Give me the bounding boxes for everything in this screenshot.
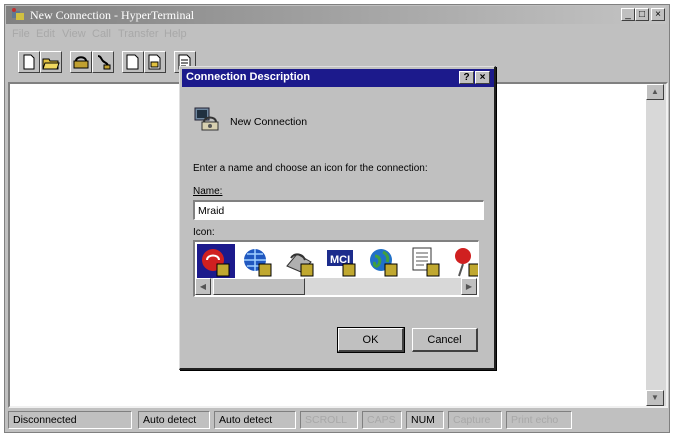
status-connection: Disconnected — [8, 411, 132, 429]
status-num: NUM — [406, 411, 444, 429]
menu-help[interactable]: Help — [164, 28, 187, 40]
mci-icon: MCI — [327, 250, 356, 277]
scroll-right-arrow-icon[interactable]: ▶ — [461, 278, 477, 295]
icon-option-6[interactable] — [407, 244, 445, 280]
hyperterminal-icon — [12, 8, 24, 20]
connect-button[interactable] — [70, 51, 92, 73]
scroll-up-arrow-icon[interactable]: ▲ — [646, 84, 664, 100]
instruction-text: Enter a name and choose an icon for the … — [193, 163, 428, 174]
icon-option-7[interactable] — [449, 244, 478, 280]
icon-option-3[interactable] — [281, 244, 319, 280]
new-icon — [23, 54, 35, 70]
send-button[interactable] — [122, 51, 144, 73]
disconnect-button[interactable] — [92, 51, 114, 73]
status-capture: Capture — [448, 411, 502, 429]
icon-horizontal-scrollbar[interactable]: ◀ ▶ — [195, 278, 477, 295]
help-button[interactable]: ? — [459, 71, 474, 84]
status-caps: CAPS — [362, 411, 402, 429]
menu-transfer[interactable]: Transfer — [118, 28, 159, 40]
connection-header-label: New Connection — [230, 116, 308, 128]
status-detect-1: Auto detect — [138, 411, 210, 429]
world-icon — [370, 249, 398, 277]
send-icon — [126, 54, 139, 70]
document-icon — [412, 247, 440, 277]
minimize-button[interactable]: _ — [621, 8, 635, 21]
icon-option-4[interactable]: MCI — [323, 244, 361, 280]
dialog-close-button[interactable]: × — [475, 71, 490, 84]
disconnect-icon — [97, 55, 111, 70]
menu-view[interactable]: View — [62, 28, 86, 40]
dialog-title: Connection Description — [186, 71, 311, 83]
red-phone-icon — [202, 249, 230, 277]
menu-call[interactable]: Call — [92, 28, 111, 40]
receive-icon — [148, 54, 161, 70]
name-label: Name: — [193, 186, 223, 197]
vertical-scrollbar[interactable]: ▲ ▼ — [646, 84, 666, 406]
icon-option-1[interactable] — [197, 244, 235, 280]
close-button[interactable]: × — [651, 8, 665, 21]
scroll-down-arrow-icon[interactable]: ▼ — [646, 390, 664, 406]
connect-icon — [73, 56, 89, 69]
status-print-echo: Print echo — [506, 411, 572, 429]
menu-bar: File Edit View Call Transfer Help — [6, 25, 666, 43]
open-icon — [42, 58, 60, 70]
icon-label: Icon: — [193, 227, 215, 238]
scroll-left-arrow-icon[interactable]: ◀ — [195, 278, 211, 295]
connection-phone-icon — [194, 107, 219, 131]
ok-button[interactable]: OK — [337, 327, 405, 353]
icon-scroll-thumb[interactable] — [213, 278, 305, 295]
icon-option-2[interactable] — [239, 244, 277, 280]
globe-icon — [244, 249, 272, 277]
receive-button[interactable] — [144, 51, 166, 73]
icon-option-5[interactable] — [365, 244, 403, 280]
dialog-titlebar[interactable]: Connection Description ? × — [182, 69, 494, 87]
pushpin-icon — [455, 248, 478, 277]
maximize-button[interactable]: □ — [635, 8, 649, 21]
window-titlebar[interactable]: New Connection - HyperTerminal _ □ × — [6, 6, 666, 24]
new-button[interactable] — [18, 51, 40, 73]
status-scroll: SCROLL — [300, 411, 358, 429]
menu-file[interactable]: File — [12, 28, 30, 40]
status-detect-2: Auto detect — [214, 411, 296, 429]
cancel-button[interactable]: Cancel — [412, 328, 478, 352]
open-button[interactable] — [40, 51, 62, 73]
menu-edit[interactable]: Edit — [36, 28, 55, 40]
phone-icon — [286, 253, 314, 277]
window-title: New Connection - HyperTerminal — [30, 8, 195, 22]
name-input[interactable] — [193, 200, 484, 220]
